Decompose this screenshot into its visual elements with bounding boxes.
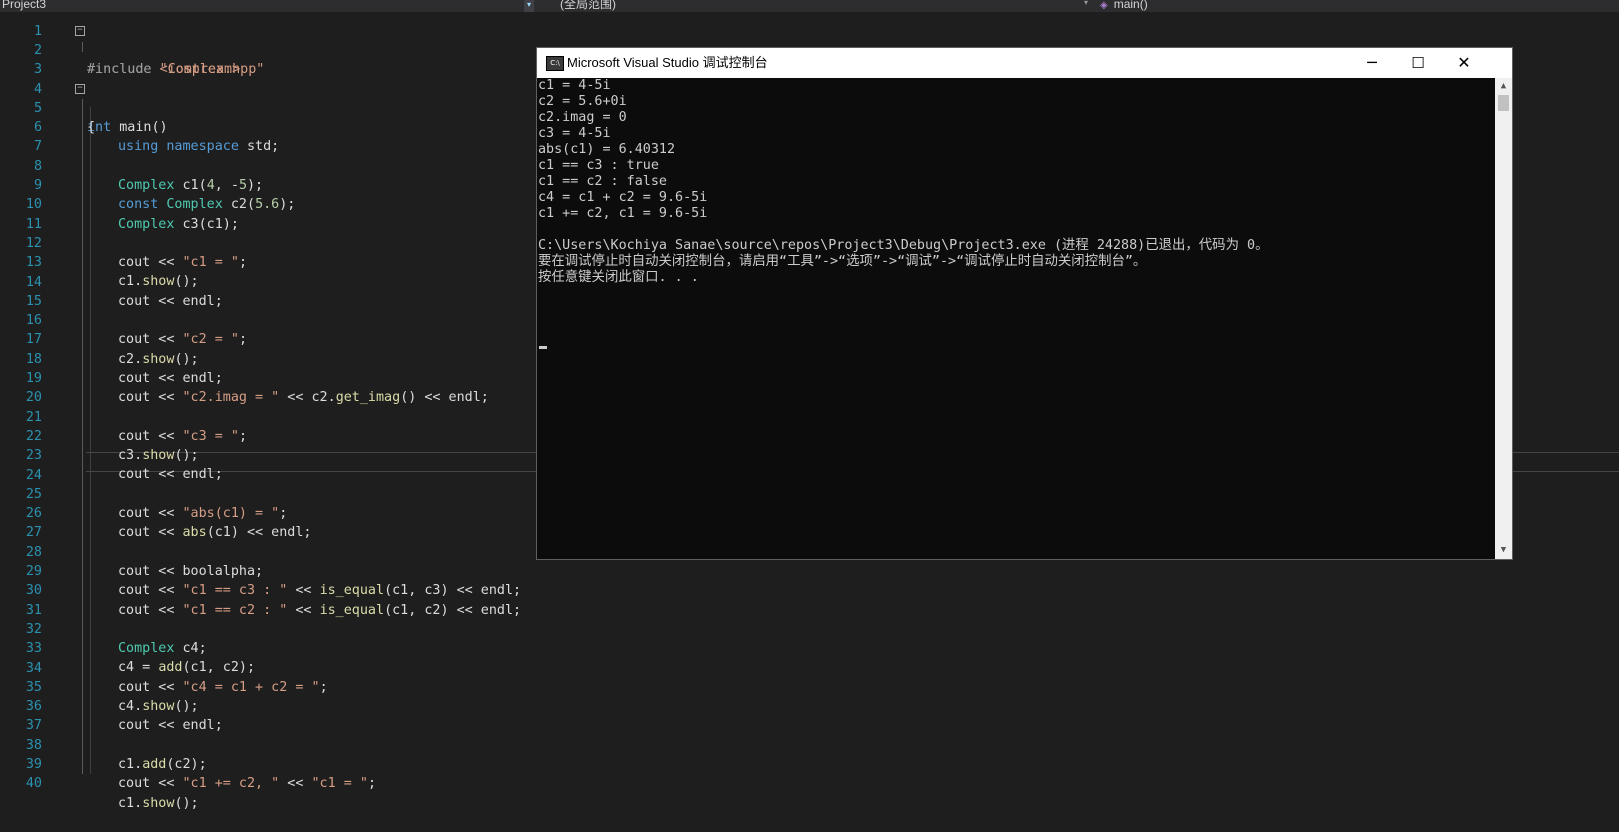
code-token: show	[142, 795, 175, 811]
minimize-button[interactable]: ─	[1349, 48, 1395, 78]
navigation-bar: Project3 ▾ (全局范围) ▾ ◈ main()	[0, 0, 1619, 12]
console-line: c1 = 4-5i	[538, 78, 611, 93]
console-line: 按任意键关闭此窗口. . .	[538, 270, 699, 285]
function-label: main()	[1113, 0, 1148, 11]
code-token: cout <<	[118, 390, 183, 406]
code-line[interactable]: cout << "c1 == c2 : " << is_equal(c1, c2…	[0, 581, 1619, 618]
scroll-down-icon[interactable]: ▼	[1495, 544, 1512, 556]
code-token: cout << endl;	[118, 467, 223, 483]
text-cursor	[539, 346, 547, 349]
code-token: (c1) << endl;	[206, 525, 312, 541]
code-token: cout <<	[118, 525, 183, 541]
code-token: c3(c1);	[174, 216, 239, 232]
console-line: C:\Users\Kochiya Sanae\source\repos\Proj…	[538, 238, 1269, 253]
code-token: <iostream>	[159, 62, 241, 78]
code-line[interactable]: c1.show();	[0, 774, 1619, 811]
code-token: Complex	[118, 216, 175, 232]
close-button[interactable]: ✕	[1441, 48, 1487, 78]
code-line[interactable]: cout << endl;	[0, 697, 1619, 733]
console-line: c4 = c1 + c2 = 9.6-5i	[538, 190, 708, 205]
chevron-down-icon[interactable]: ▾	[524, 0, 534, 12]
console-line: c1 += c2, c1 = 9.6-5i	[538, 206, 708, 221]
code-token: std;	[238, 139, 280, 155]
console-title-bar[interactable]: C:\ Microsoft Visual Studio 调试控制台 ─ ☐ ✕	[537, 48, 1512, 78]
console-line: c3 = 4-5i	[538, 126, 611, 141]
code-token: cout << endl;	[118, 293, 223, 309]
console-output[interactable]: c1 = 4-5i c2 = 5.6+0i c2.imag = 0 c3 = 4…	[537, 78, 1495, 559]
collapse-icon[interactable]: −	[75, 25, 85, 36]
console-line: abs(c1) = 6.40312	[538, 142, 676, 157]
console-line: 要在调试停止时自动关闭控制台，请启用“工具”->“选项”->“调试”->“调试停…	[538, 254, 1147, 269]
scope-dropdown[interactable]: (全局范围)	[560, 0, 616, 12]
code-token: "c1 == c2 : "	[182, 602, 288, 618]
code-line[interactable]: Complex c4;	[0, 620, 1619, 656]
console-title: Microsoft Visual Studio 调试控制台	[567, 55, 768, 70]
code-token: (c1, c2) << endl;	[384, 602, 522, 618]
code-token: cout <<	[118, 602, 183, 618]
code-token: "c2.imag = "	[182, 390, 280, 406]
project-dropdown[interactable]: Project3	[0, 0, 524, 12]
debug-console-window[interactable]: C:\ Microsoft Visual Studio 调试控制台 ─ ☐ ✕ …	[536, 47, 1513, 560]
scroll-up-icon[interactable]: ▲	[1495, 80, 1512, 92]
code-token: c1.	[118, 795, 143, 811]
console-scrollbar[interactable]: ▲ ▼	[1495, 78, 1512, 559]
code-line[interactable]: c4 = add(c1, c2);	[0, 639, 1619, 675]
maximize-button[interactable]: ☐	[1395, 48, 1441, 78]
console-line: c1 == c2 : false	[538, 174, 667, 189]
line-number-row: 37	[0, 716, 1619, 735]
code-line[interactable]: cout << "c1 == c3 : " << is_equal(c1, c3…	[0, 562, 1619, 598]
code-token: #include	[87, 62, 160, 78]
function-icon: ◈	[1100, 0, 1108, 11]
code-line[interactable]: c1.add(c2);	[0, 736, 1619, 772]
code-token: ();	[174, 795, 199, 811]
code-token: <<	[287, 602, 320, 618]
console-line: c2 = 5.6+0i	[538, 94, 627, 109]
code-token: abs	[182, 525, 207, 541]
code-line[interactable]: cout << "c4 = c1 + c2 = ";	[0, 659, 1619, 695]
console-line: c1 == c3 : true	[538, 158, 659, 173]
code-line[interactable]: c4.show();	[0, 678, 1619, 714]
code-token: << c2.	[279, 390, 336, 406]
code-token: () << endl;	[400, 390, 489, 406]
chevron-down-icon[interactable]: ▾	[1084, 0, 1088, 7]
collapse-icon[interactable]: −	[75, 83, 85, 94]
code-line[interactable]: cout << "c1 += c2, " << "c1 = ";	[0, 755, 1619, 791]
function-dropdown[interactable]: ◈ main()	[1100, 0, 1148, 12]
code-token: using namespace	[118, 139, 239, 155]
console-line: c2.imag = 0	[538, 110, 627, 125]
console-app-icon: C:\	[546, 56, 564, 71]
code-token: cout << endl;	[118, 718, 223, 734]
code-token: is_equal	[319, 602, 385, 618]
code-token: get_imag	[335, 390, 401, 406]
scrollbar-thumb[interactable]	[1498, 95, 1509, 111]
code-line[interactable]: − #include "Complex.hpp"	[0, 22, 1619, 77]
